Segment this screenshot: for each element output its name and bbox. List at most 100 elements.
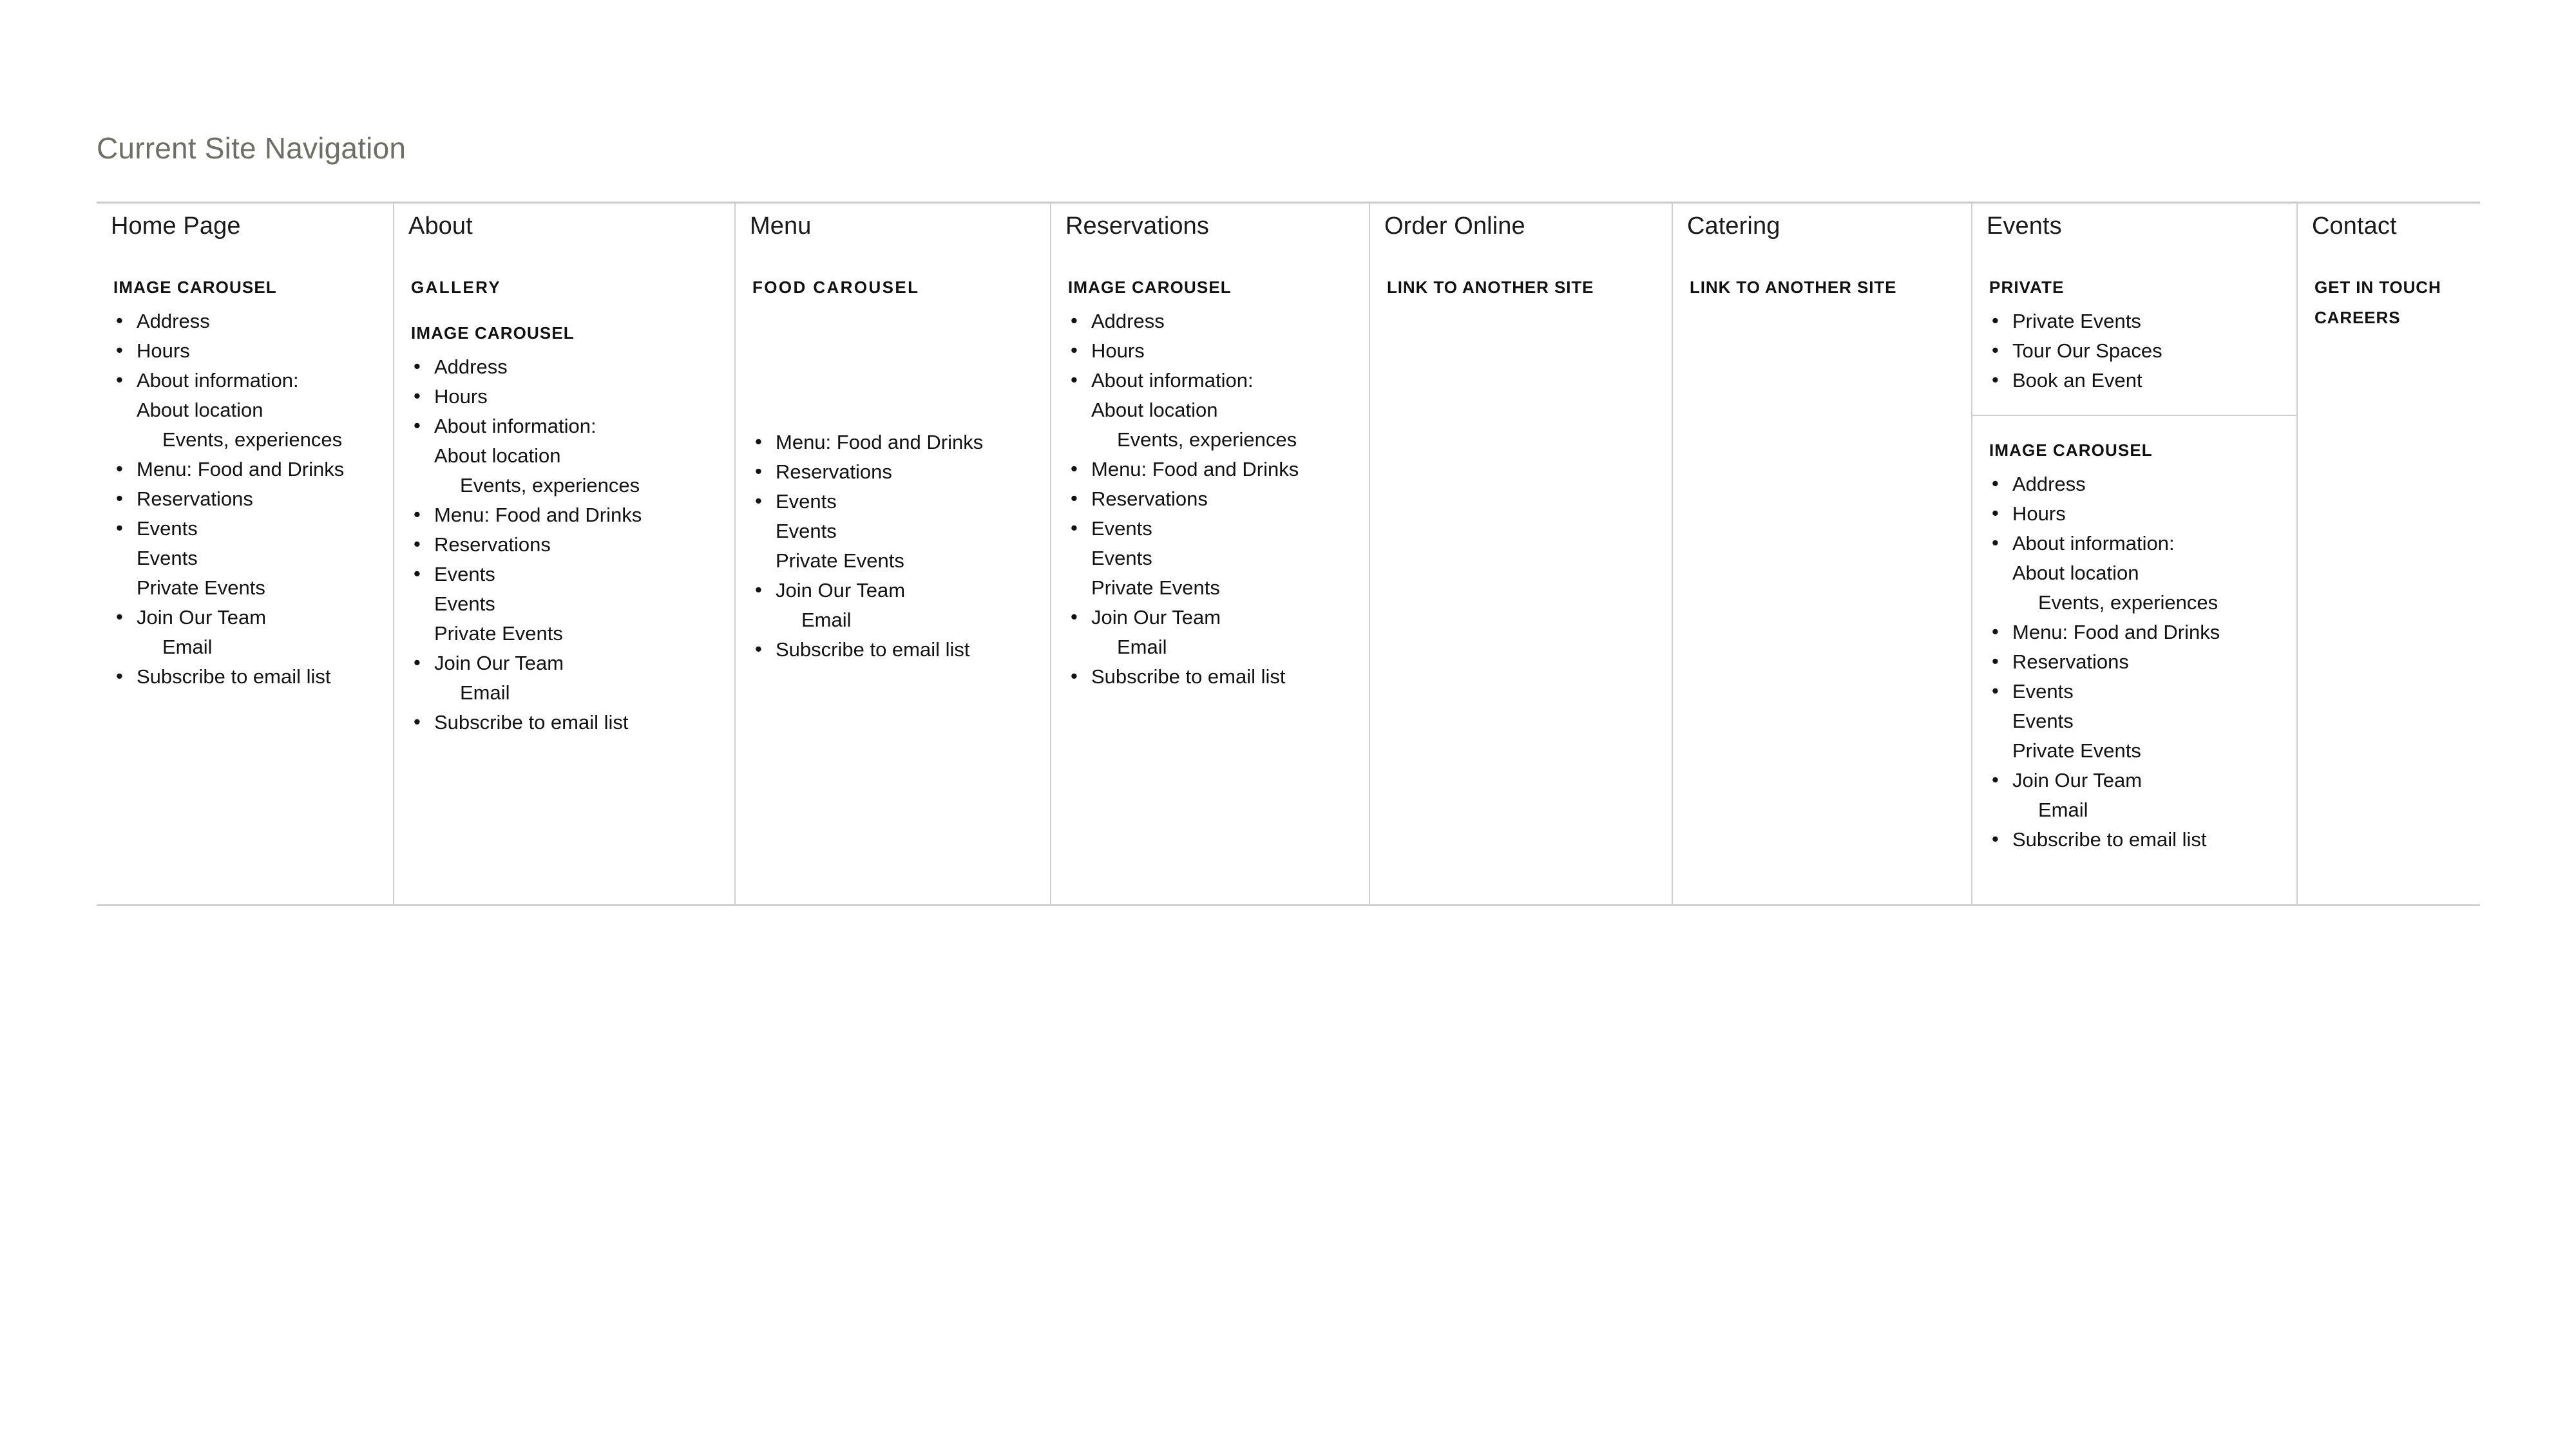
list-item[interactable]: About information: (1989, 528, 2296, 558)
list-item[interactable]: Hours (113, 336, 393, 366)
list-item[interactable]: Email (411, 678, 734, 708)
list-item[interactable]: Address (411, 352, 734, 382)
list-item[interactable]: About location (411, 441, 734, 471)
list-item[interactable]: Private Events (1068, 573, 1369, 603)
column-header-contact[interactable]: Contact (2298, 204, 2480, 240)
list-item[interactable]: Private Events (113, 573, 393, 603)
column-header-order-online[interactable]: Order Online (1370, 204, 1672, 240)
list-item[interactable]: Join Our Team (1068, 602, 1369, 632)
column-catering: Catering (1672, 204, 1971, 253)
link-to-another-site-label[interactable]: LINK TO ANOTHER SITE (1690, 278, 1971, 298)
column-header-home-page[interactable]: Home Page (97, 204, 393, 240)
cell-home-page: IMAGE CAROUSEL Address Hours About infor… (97, 253, 393, 692)
list-item[interactable]: Subscribe to email list (752, 634, 1050, 665)
list-item[interactable]: Menu: Food and Drinks (113, 454, 393, 484)
list-item[interactable]: Subscribe to email list (1989, 824, 2296, 855)
list-item[interactable]: Events, experiences (411, 471, 734, 500)
column-about: About (393, 204, 734, 253)
list-item[interactable]: Menu: Food and Drinks (411, 500, 734, 530)
list-item[interactable]: Subscribe to email list (1068, 661, 1369, 692)
list-item[interactable]: Private Events (1989, 306, 2296, 336)
list-item[interactable]: About location (1989, 558, 2296, 588)
list-item[interactable]: Book an Event (1989, 365, 2296, 395)
section-label-food-carousel: FOOD CAROUSEL (752, 278, 920, 297)
list-item[interactable]: Private Events (1989, 736, 2296, 766)
list-item[interactable]: Events (1068, 544, 1369, 573)
list-item[interactable]: Events, experiences (113, 425, 393, 455)
list-item[interactable]: Reservations (113, 484, 393, 514)
list-item[interactable]: Reservations (752, 457, 1050, 487)
cell-reservations: IMAGE CAROUSEL Address Hours About infor… (1051, 253, 1369, 692)
sitemap-header-row: Home Page About Menu Reservations Order … (97, 204, 2480, 253)
list-item[interactable]: Events, experiences (1989, 588, 2296, 618)
section-label-image-carousel: IMAGE CAROUSEL (411, 323, 575, 343)
column-header-events[interactable]: Events (1972, 204, 2296, 240)
list-item[interactable]: Join Our Team (113, 602, 393, 632)
list-item[interactable]: Events (411, 589, 734, 619)
list-item[interactable]: Events, experiences (1068, 425, 1369, 455)
list-item[interactable]: Join Our Team (752, 575, 1050, 605)
column-body-home-page: IMAGE CAROUSEL Address Hours About infor… (97, 253, 393, 905)
list-item[interactable]: Menu: Food and Drinks (1068, 454, 1369, 484)
list-item[interactable]: Events (1989, 676, 2296, 706)
column-body-about: GALLERY IMAGE CAROUSEL Address Hours Abo… (393, 253, 734, 905)
cell-contact: GET IN TOUCH CAREERS (2298, 253, 2480, 328)
list-item[interactable]: Join Our Team (411, 648, 734, 678)
cell-menu: FOOD CAROUSEL Menu: Food and Drinks Rese… (736, 253, 1050, 665)
get-in-touch-label[interactable]: GET IN TOUCH (2314, 278, 2480, 298)
list-item[interactable]: Events (1989, 706, 2296, 736)
list-item[interactable]: Address (113, 306, 393, 336)
list-item[interactable]: About location (113, 395, 393, 425)
list-item[interactable]: Address (1989, 469, 2296, 499)
list-item[interactable]: Events (113, 513, 393, 544)
column-header-about[interactable]: About (394, 204, 734, 240)
list-item[interactable]: Join Our Team (1989, 765, 2296, 795)
sitemap-table: Home Page About Menu Reservations Order … (97, 202, 2480, 905)
column-header-menu[interactable]: Menu (736, 204, 1050, 240)
list-item[interactable]: Menu: Food and Drinks (752, 427, 1050, 457)
list-item[interactable]: About location (1068, 395, 1369, 425)
list-item[interactable]: Subscribe to email list (411, 707, 734, 737)
cell-events-private: PRIVATE Private Events Tour Our Spaces B… (1972, 253, 2296, 416)
list-item[interactable]: Tour Our Spaces (1989, 336, 2296, 366)
link-to-another-site-label[interactable]: LINK TO ANOTHER SITE (1387, 278, 1672, 298)
list-item[interactable]: Hours (411, 381, 734, 412)
list-item[interactable]: Events (752, 516, 1050, 546)
carousel-placeholder (752, 301, 1050, 428)
list-item[interactable]: Email (1068, 632, 1369, 662)
cell-order-online: LINK TO ANOTHER SITE (1370, 253, 1672, 298)
list-item[interactable]: Events (411, 559, 734, 589)
list-item[interactable]: Email (1989, 795, 2296, 825)
section-label-image-carousel: IMAGE CAROUSEL (1068, 278, 1232, 297)
careers-label[interactable]: CAREERS (2314, 308, 2480, 328)
list-item[interactable]: Events (1068, 513, 1369, 544)
section-label-gallery: GALLERY (411, 278, 502, 297)
section-label-image-carousel: IMAGE CAROUSEL (1989, 440, 2153, 460)
column-menu: Menu (734, 204, 1050, 253)
list-item[interactable]: Subscribe to email list (113, 661, 393, 692)
list-item[interactable]: Hours (1068, 336, 1369, 366)
nav-list-events-private: Private Events Tour Our Spaces Book an E… (1989, 306, 2296, 395)
column-header-reservations[interactable]: Reservations (1051, 204, 1369, 240)
list-item[interactable]: Menu: Food and Drinks (1989, 617, 2296, 647)
list-item[interactable]: About information: (1068, 365, 1369, 395)
column-header-catering[interactable]: Catering (1673, 204, 1971, 240)
list-item[interactable]: Private Events (752, 546, 1050, 576)
list-item[interactable]: Address (1068, 306, 1369, 336)
list-item[interactable]: Email (752, 605, 1050, 635)
list-item[interactable]: Events (113, 544, 393, 573)
list-item[interactable]: Reservations (1989, 647, 2296, 677)
list-item[interactable]: About information: (113, 365, 393, 395)
column-order-online: Order Online (1369, 204, 1672, 253)
column-body-contact: GET IN TOUCH CAREERS (2296, 253, 2480, 905)
column-events: Events (1971, 204, 2296, 253)
column-body-menu: FOOD CAROUSEL Menu: Food and Drinks Rese… (734, 253, 1050, 905)
list-item[interactable]: Reservations (411, 529, 734, 560)
list-item[interactable]: Hours (1989, 498, 2296, 529)
list-item[interactable]: Events (752, 486, 1050, 516)
list-item[interactable]: Email (113, 632, 393, 662)
list-item[interactable]: About information: (411, 411, 734, 441)
list-item[interactable]: Private Events (411, 619, 734, 649)
list-item[interactable]: Reservations (1068, 484, 1369, 514)
nav-list-events: Address Hours About information: About l… (1989, 469, 2296, 855)
